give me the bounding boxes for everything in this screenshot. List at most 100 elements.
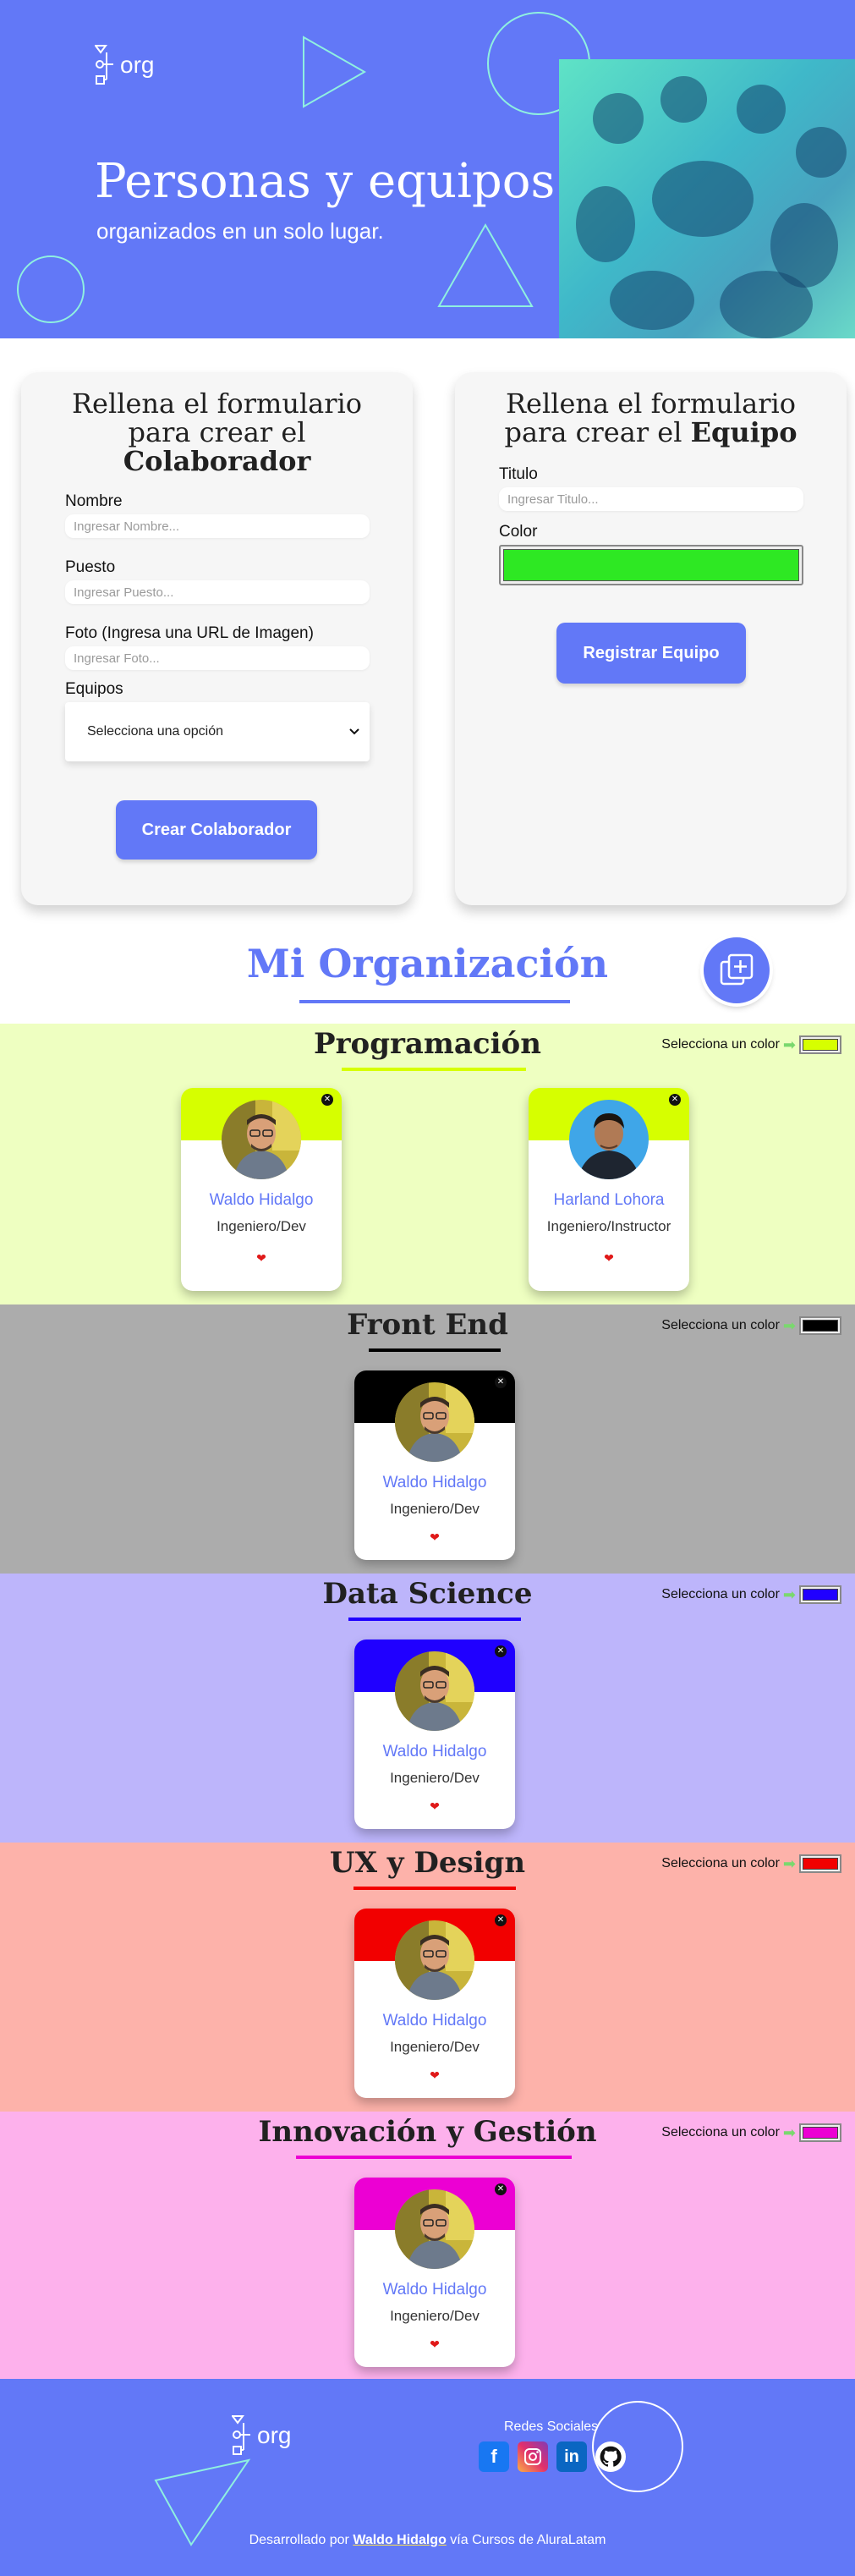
avatar xyxy=(395,1651,474,1731)
github-icon[interactable] xyxy=(595,2441,626,2472)
collaborator-name: Waldo Hidalgo xyxy=(382,1474,487,1491)
heart-icon[interactable]: ❤ xyxy=(354,1531,515,1545)
color-swatch xyxy=(803,1039,838,1051)
team-section-programacion: Programación Selecciona un color ➡ ✕ Wald… xyxy=(0,1024,855,1304)
delete-icon[interactable]: ✕ xyxy=(321,1094,333,1106)
footer-logo[interactable]: org xyxy=(232,2414,291,2457)
color-swatch xyxy=(803,1320,838,1332)
team-color-label: Color xyxy=(499,523,538,541)
collaborator-role: Ingeniero/Dev xyxy=(390,2308,480,2324)
team-title-input[interactable] xyxy=(499,487,803,511)
team-title-label: Titulo xyxy=(499,465,538,483)
team-section-front-end: Front End Selecciona un color ➡ ✕ Waldo H… xyxy=(0,1304,855,1574)
page-header: org Personas y equipos organizados en un… xyxy=(0,0,855,338)
team-color-field: Color xyxy=(499,523,803,585)
toggle-form-button[interactable] xyxy=(704,937,770,1003)
organization-underline xyxy=(299,1000,570,1003)
color-swatch xyxy=(503,549,799,581)
position-field: Puesto xyxy=(65,558,370,604)
collaborator-card: ✕ Waldo Hidalgo Ingeniero/Dev ❤ xyxy=(354,1909,515,2098)
color-picker-label: Selecciona un color xyxy=(661,1037,780,1052)
team-color-picker[interactable]: Selecciona un color ➡ xyxy=(661,2123,841,2142)
team-select-field: Equipos Selecciona una opción xyxy=(65,680,370,761)
team-color-picker[interactable]: Selecciona un color ➡ xyxy=(661,1585,841,1604)
team-color-input[interactable] xyxy=(799,1854,841,1873)
name-input[interactable] xyxy=(65,514,370,538)
delete-icon[interactable]: ✕ xyxy=(495,2183,507,2195)
register-team-button[interactable]: Registrar Equipo xyxy=(556,623,746,684)
team-color-picker[interactable]: Selecciona un color ➡ xyxy=(661,1316,841,1335)
collaborator-name: Waldo Hidalgo xyxy=(382,2012,487,2029)
arrow-right-icon: ➡ xyxy=(782,1854,796,1872)
collaborator-card: ✕ Waldo Hidalgo Ingeniero/Dev ❤ xyxy=(354,1370,515,1560)
color-picker-label: Selecciona un color xyxy=(661,1318,780,1332)
heart-icon[interactable]: ❤ xyxy=(354,2069,515,2083)
collaborator-role: Ingeniero/Dev xyxy=(390,2039,480,2055)
team-color-picker[interactable]: Selecciona un color ➡ xyxy=(661,1035,841,1054)
heart-icon[interactable]: ❤ xyxy=(354,2338,515,2352)
delete-icon[interactable]: ✕ xyxy=(669,1094,681,1106)
instagram-icon[interactable] xyxy=(518,2441,548,2472)
delete-icon[interactable]: ✕ xyxy=(495,1914,507,1926)
delete-icon[interactable]: ✕ xyxy=(495,1376,507,1388)
team-color-input[interactable] xyxy=(799,2123,841,2142)
delete-icon[interactable]: ✕ xyxy=(495,1645,507,1657)
collaborator-role: Ingeniero/Instructor xyxy=(546,1218,671,1234)
chevron-down-icon xyxy=(349,728,359,735)
heart-icon[interactable]: ❤ xyxy=(181,1252,342,1266)
arrow-right-icon: ➡ xyxy=(782,1035,796,1053)
name-label: Nombre xyxy=(65,492,123,510)
photo-input[interactable] xyxy=(65,646,370,670)
team-select-value: Selecciona una opción xyxy=(87,724,224,739)
arrow-right-icon: ➡ xyxy=(782,1316,796,1334)
team-color-picker[interactable]: Selecciona un color ➡ xyxy=(661,1854,841,1873)
linkedin-icon[interactable]: in xyxy=(556,2441,587,2472)
forms-section: Rellena el formulario para crear el Cola… xyxy=(0,338,855,922)
collaborator-card: ✕ Waldo Hidalgo Ingeniero/Dev ❤ xyxy=(354,1640,515,1829)
team-select[interactable]: Selecciona una opción xyxy=(65,702,370,761)
collaborator-card: ✕ Waldo Hidalgo Ingeniero/Dev ❤ xyxy=(181,1088,342,1291)
collaborator-role: Ingeniero/Dev xyxy=(390,1770,480,1786)
team-section-ux-design: UX y Design Selecciona un color ➡ ✕ Waldo… xyxy=(0,1843,855,2112)
triangle-decoration xyxy=(437,222,534,307)
heart-icon[interactable]: ❤ xyxy=(354,1800,515,1814)
collaborator-card: ✕ Waldo Hidalgo Ingeniero/Dev ❤ xyxy=(354,2178,515,2367)
team-underline xyxy=(342,1068,526,1071)
circle-decoration xyxy=(17,255,85,323)
organization-section: Mi Organización xyxy=(0,922,855,1024)
name-field: Nombre xyxy=(65,492,370,538)
hero-title: Personas y equipos xyxy=(95,154,556,209)
team-color-input[interactable] xyxy=(499,545,803,585)
avatar xyxy=(395,1382,474,1462)
color-picker-label: Selecciona un color xyxy=(661,1587,780,1601)
collaborator-card: ✕ Harland Lohora Ingeniero/Instructor ❤ xyxy=(529,1088,689,1291)
team-form: Rellena el formulario para crear el Equi… xyxy=(455,372,847,905)
team-section-data-science: Data Science Selecciona un color ➡ ✕ Wald… xyxy=(0,1574,855,1843)
avatar xyxy=(395,1920,474,2000)
heart-icon[interactable]: ❤ xyxy=(529,1252,689,1266)
collaborator-form: Rellena el formulario para crear el Cola… xyxy=(21,372,413,905)
color-swatch xyxy=(803,1589,838,1601)
collaborator-form-title: Rellena el formulario para crear el Cola… xyxy=(71,387,363,477)
team-color-input[interactable] xyxy=(799,1316,841,1335)
team-color-input[interactable] xyxy=(799,1035,841,1054)
team-select-label: Equipos xyxy=(65,680,123,698)
hero-team-photo xyxy=(559,59,855,338)
facebook-icon[interactable]: f xyxy=(479,2441,509,2472)
hero-subtitle: organizados en un solo lugar. xyxy=(96,218,384,244)
header-logo[interactable]: org xyxy=(95,44,154,86)
team-color-input[interactable] xyxy=(799,1585,841,1604)
social-links: f in xyxy=(479,2441,626,2472)
author-link[interactable]: Waldo Hidalgo xyxy=(353,2533,447,2547)
color-picker-label: Selecciona un color xyxy=(661,2125,780,2139)
org-logo-icon xyxy=(95,45,113,85)
arrow-right-icon: ➡ xyxy=(782,1585,796,1603)
team-underline xyxy=(354,1887,516,1890)
arrow-right-icon: ➡ xyxy=(782,2123,796,2141)
collaborator-name: Harland Lohora xyxy=(553,1191,665,1209)
position-input[interactable] xyxy=(65,580,370,604)
create-collaborator-button[interactable]: Crear Colaborador xyxy=(116,800,317,860)
developer-credit: Desarrollado por Waldo Hidalgo vía Curso… xyxy=(249,2533,606,2547)
photo-label: Foto (Ingresa una URL de Imagen) xyxy=(65,624,314,642)
photo-field: Foto (Ingresa una URL de Imagen) xyxy=(65,624,370,670)
